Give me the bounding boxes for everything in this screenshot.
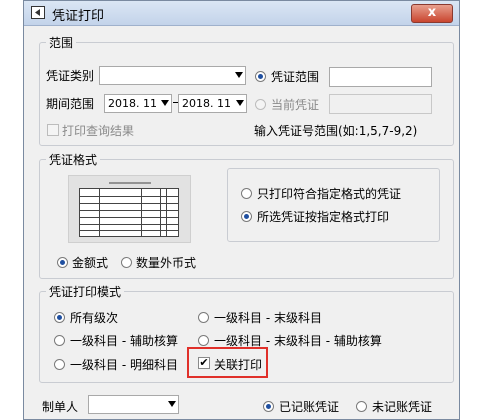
chevron-down-icon (161, 100, 169, 106)
posted-voucher-label: 已记账凭证 (279, 400, 340, 414)
selected-format-radio[interactable] (241, 211, 252, 222)
quantity-style-radio[interactable] (121, 257, 132, 268)
current-voucher-input[interactable] (329, 94, 432, 114)
voucher-print-dialog: 凭证打印 x 范围 凭证类别 凭证范围 期间范围 2018. 11 2018. … (23, 0, 460, 420)
voucher-range-input[interactable] (329, 67, 432, 87)
title-bar: 凭证打印 x (24, 1, 459, 26)
first-last-label: 一级科目 - 末级科目 (214, 311, 322, 325)
chevron-down-icon (236, 100, 244, 106)
window-title: 凭证打印 (52, 9, 105, 24)
period-from-select[interactable]: 2018. 11 (104, 94, 172, 113)
close-button[interactable]: x (411, 4, 453, 23)
period-label: 期间范围 (46, 97, 95, 111)
app-icon (31, 6, 45, 19)
specified-format-only-radio[interactable] (241, 188, 252, 199)
specified-format-only-label: 只打印符合指定格式的凭证 (257, 187, 402, 201)
first-last-radio[interactable] (198, 312, 209, 323)
first-aux-radio[interactable] (54, 335, 65, 346)
format-options-box (227, 168, 440, 242)
unposted-voucher-radio[interactable] (356, 401, 367, 412)
current-voucher-label: 当前凭证 (271, 98, 320, 112)
print-mode-legend: 凭证打印模式 (49, 285, 122, 299)
maker-select[interactable] (88, 395, 179, 414)
current-voucher-radio[interactable] (255, 99, 266, 110)
voucher-type-label: 凭证类别 (46, 69, 95, 83)
first-last-aux-radio[interactable] (198, 335, 209, 346)
posted-voucher-radio[interactable] (263, 401, 274, 412)
print-query-label: 打印查询结果 (62, 124, 135, 138)
chevron-down-icon (168, 401, 176, 407)
all-levels-radio[interactable] (54, 312, 65, 323)
unposted-voucher-label: 未记账凭证 (372, 400, 433, 414)
first-aux-label: 一级科目 - 辅助核算 (70, 334, 178, 348)
linked-print-label: 关联打印 (214, 358, 263, 372)
maker-label: 制单人 (42, 400, 79, 414)
format-preview-image (68, 175, 191, 243)
amount-style-label: 金额式 (72, 256, 109, 270)
voucher-range-radio[interactable] (255, 71, 266, 82)
voucher-type-select[interactable] (99, 66, 246, 85)
format-legend: 凭证格式 (49, 153, 98, 167)
first-detail-label: 一级科目 - 明细科目 (70, 358, 178, 372)
print-query-checkbox[interactable] (47, 124, 59, 136)
voucher-range-label: 凭证范围 (271, 70, 320, 84)
all-levels-label: 所有级次 (70, 311, 119, 325)
quantity-style-label: 数量外币式 (136, 256, 197, 270)
first-detail-radio[interactable] (54, 359, 65, 370)
chevron-down-icon (235, 72, 243, 78)
range-legend: 范围 (49, 36, 74, 50)
range-hint: 输入凭证号范围(如:1,5,7-9,2) (254, 124, 418, 138)
amount-style-radio[interactable] (57, 257, 68, 268)
selected-format-label: 所选凭证按指定格式打印 (257, 210, 390, 224)
period-to-select[interactable]: 2018. 11 (178, 94, 247, 113)
linked-print-checkbox[interactable]: ✔ (198, 357, 210, 369)
